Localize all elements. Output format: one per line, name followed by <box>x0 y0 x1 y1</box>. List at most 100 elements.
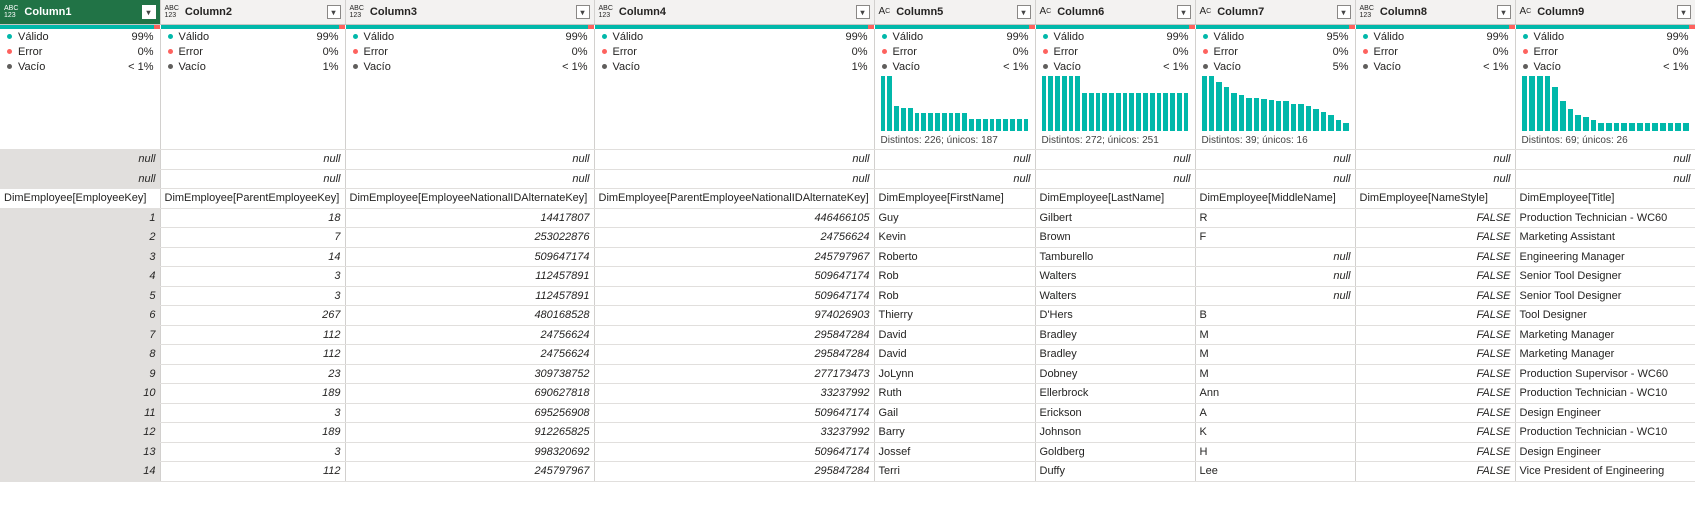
distribution-bar[interactable] <box>1223 87 1230 131</box>
table-cell[interactable]: Marketing Manager <box>1515 325 1695 345</box>
column-header-1[interactable]: ABC 123 Column1 ▾ <box>0 0 161 25</box>
distribution-bar[interactable] <box>1055 76 1060 131</box>
distribution-bar[interactable] <box>1109 92 1114 131</box>
distribution-bar[interactable] <box>1068 76 1074 131</box>
filter-dropdown-icon[interactable]: ▾ <box>1176 5 1191 19</box>
text-type-icon[interactable]: AC <box>1200 7 1212 17</box>
distribution-bar[interactable] <box>1621 122 1628 131</box>
table-cell[interactable]: Gilbert <box>1035 208 1196 228</box>
table-cell[interactable]: Gail <box>874 403 1036 423</box>
table-cell[interactable]: Guy <box>874 208 1036 228</box>
distribution-bar[interactable] <box>1176 92 1182 131</box>
table-cell[interactable]: David <box>874 325 1036 345</box>
distribution-bar[interactable] <box>948 112 954 131</box>
table-cell[interactable]: 24756624 <box>345 344 595 365</box>
table-cell[interactable]: Walters <box>1035 266 1196 287</box>
distribution-bar[interactable] <box>1590 120 1597 131</box>
filter-dropdown-icon[interactable]: ▾ <box>575 5 590 19</box>
table-cell[interactable]: 480168528 <box>345 305 595 326</box>
distribution-bar[interactable] <box>1575 114 1581 131</box>
distribution-bar[interactable] <box>1613 122 1620 131</box>
text-type-icon[interactable]: AC <box>1040 7 1052 17</box>
distribution-bar[interactable] <box>1276 100 1282 131</box>
row-number-cell[interactable]: 7 <box>0 325 161 345</box>
table-cell[interactable]: FALSE <box>1355 442 1516 462</box>
distribution-bar[interactable] <box>1082 92 1087 131</box>
distribution-bar[interactable] <box>1003 118 1008 131</box>
column-header-8[interactable]: ABC 123 Column8 ▾ <box>1355 0 1516 25</box>
distribution-bar[interactable] <box>989 118 995 131</box>
table-cell[interactable]: 509647174 <box>594 286 875 306</box>
table-cell[interactable]: DimEmployee[EmployeeKey] <box>0 188 161 209</box>
table-cell[interactable]: null <box>1515 149 1695 170</box>
any-type-icon[interactable]: ABC 123 <box>1360 5 1374 19</box>
distribution-bar[interactable] <box>1529 76 1535 131</box>
table-cell[interactable]: null <box>0 149 161 170</box>
table-cell[interactable]: DimEmployee[Title] <box>1515 188 1695 209</box>
table-cell[interactable]: null <box>160 149 346 170</box>
distribution-bar[interactable] <box>1246 98 1252 131</box>
filter-dropdown-icon[interactable]: ▾ <box>1016 5 1031 19</box>
distribution-bar[interactable] <box>1636 122 1643 131</box>
distribution-bar[interactable] <box>1122 92 1128 131</box>
distribution-bar[interactable] <box>1313 109 1319 131</box>
any-type-icon[interactable]: ABC 123 <box>599 5 613 19</box>
table-cell[interactable]: Walters <box>1035 286 1196 306</box>
text-type-icon[interactable]: AC <box>1520 7 1532 17</box>
table-cell[interactable]: 267 <box>160 305 346 326</box>
distribution-bar[interactable] <box>1536 76 1543 131</box>
table-cell[interactable]: B <box>1195 305 1356 326</box>
filter-dropdown-icon[interactable]: ▾ <box>1676 5 1691 19</box>
table-cell[interactable]: H <box>1195 442 1356 462</box>
filter-dropdown-icon[interactable]: ▾ <box>326 5 341 19</box>
distribution-bar[interactable] <box>955 112 961 131</box>
row-number-cell[interactable]: 8 <box>0 344 161 365</box>
table-cell[interactable]: null <box>1195 286 1356 306</box>
distribution-bar[interactable] <box>1216 81 1222 131</box>
table-cell[interactable]: 33237992 <box>594 383 875 404</box>
table-cell[interactable]: 974026903 <box>594 305 875 326</box>
distribution-bar[interactable] <box>1544 76 1551 131</box>
column-header-4[interactable]: ABC 123 Column4 ▾ <box>594 0 875 25</box>
table-cell[interactable]: 189 <box>160 383 346 404</box>
table-cell[interactable]: 295847284 <box>594 344 875 365</box>
table-cell[interactable]: 253022876 <box>345 227 595 248</box>
distribution-bar[interactable] <box>1675 122 1681 131</box>
distribution-bar[interactable] <box>1606 122 1612 131</box>
distribution-bar[interactable] <box>1335 120 1342 131</box>
table-cell[interactable]: Ann <box>1195 383 1356 404</box>
column-header-6[interactable]: A C Column6 ▾ <box>1035 0 1196 25</box>
table-cell[interactable]: Brown <box>1035 227 1196 248</box>
distribution-bar[interactable] <box>969 118 974 131</box>
table-cell[interactable]: Engineering Manager <box>1515 247 1695 267</box>
table-cell[interactable]: 3 <box>160 403 346 423</box>
distribution-bar[interactable] <box>1629 122 1635 131</box>
distribution-bar[interactable] <box>1667 122 1674 131</box>
table-cell[interactable]: Lee <box>1195 461 1356 482</box>
table-cell[interactable]: JoLynn <box>874 364 1036 384</box>
distribution-bar[interactable] <box>1016 118 1022 131</box>
row-number-cell[interactable]: 3 <box>0 247 161 267</box>
distribution-bar[interactable] <box>907 107 913 131</box>
table-cell[interactable]: 3 <box>160 442 346 462</box>
distribution-bar[interactable] <box>1261 99 1267 131</box>
distribution-bar[interactable] <box>1156 92 1162 131</box>
distribution-bar[interactable] <box>975 118 981 131</box>
distribution-bar[interactable] <box>1231 92 1237 131</box>
table-cell[interactable]: Production Technician - WC60 <box>1515 208 1695 228</box>
table-cell[interactable]: FALSE <box>1355 208 1516 228</box>
filter-dropdown-icon[interactable]: ▾ <box>1496 5 1511 19</box>
table-cell[interactable]: null <box>1195 247 1356 267</box>
table-cell[interactable]: 277173473 <box>594 364 875 384</box>
distribution-bar[interactable] <box>996 118 1002 131</box>
text-type-icon[interactable]: AC <box>879 7 891 17</box>
table-cell[interactable]: Goldberg <box>1035 442 1196 462</box>
table-cell[interactable]: null <box>594 149 875 170</box>
distribution-bar[interactable] <box>880 76 886 131</box>
table-cell[interactable]: 7 <box>160 227 346 248</box>
table-cell[interactable]: D'Hers <box>1035 305 1196 326</box>
distribution-bar[interactable] <box>1343 122 1349 131</box>
distribution-bar[interactable] <box>1552 87 1558 131</box>
distribution-bar[interactable] <box>1652 122 1658 131</box>
table-cell[interactable]: 23 <box>160 364 346 384</box>
